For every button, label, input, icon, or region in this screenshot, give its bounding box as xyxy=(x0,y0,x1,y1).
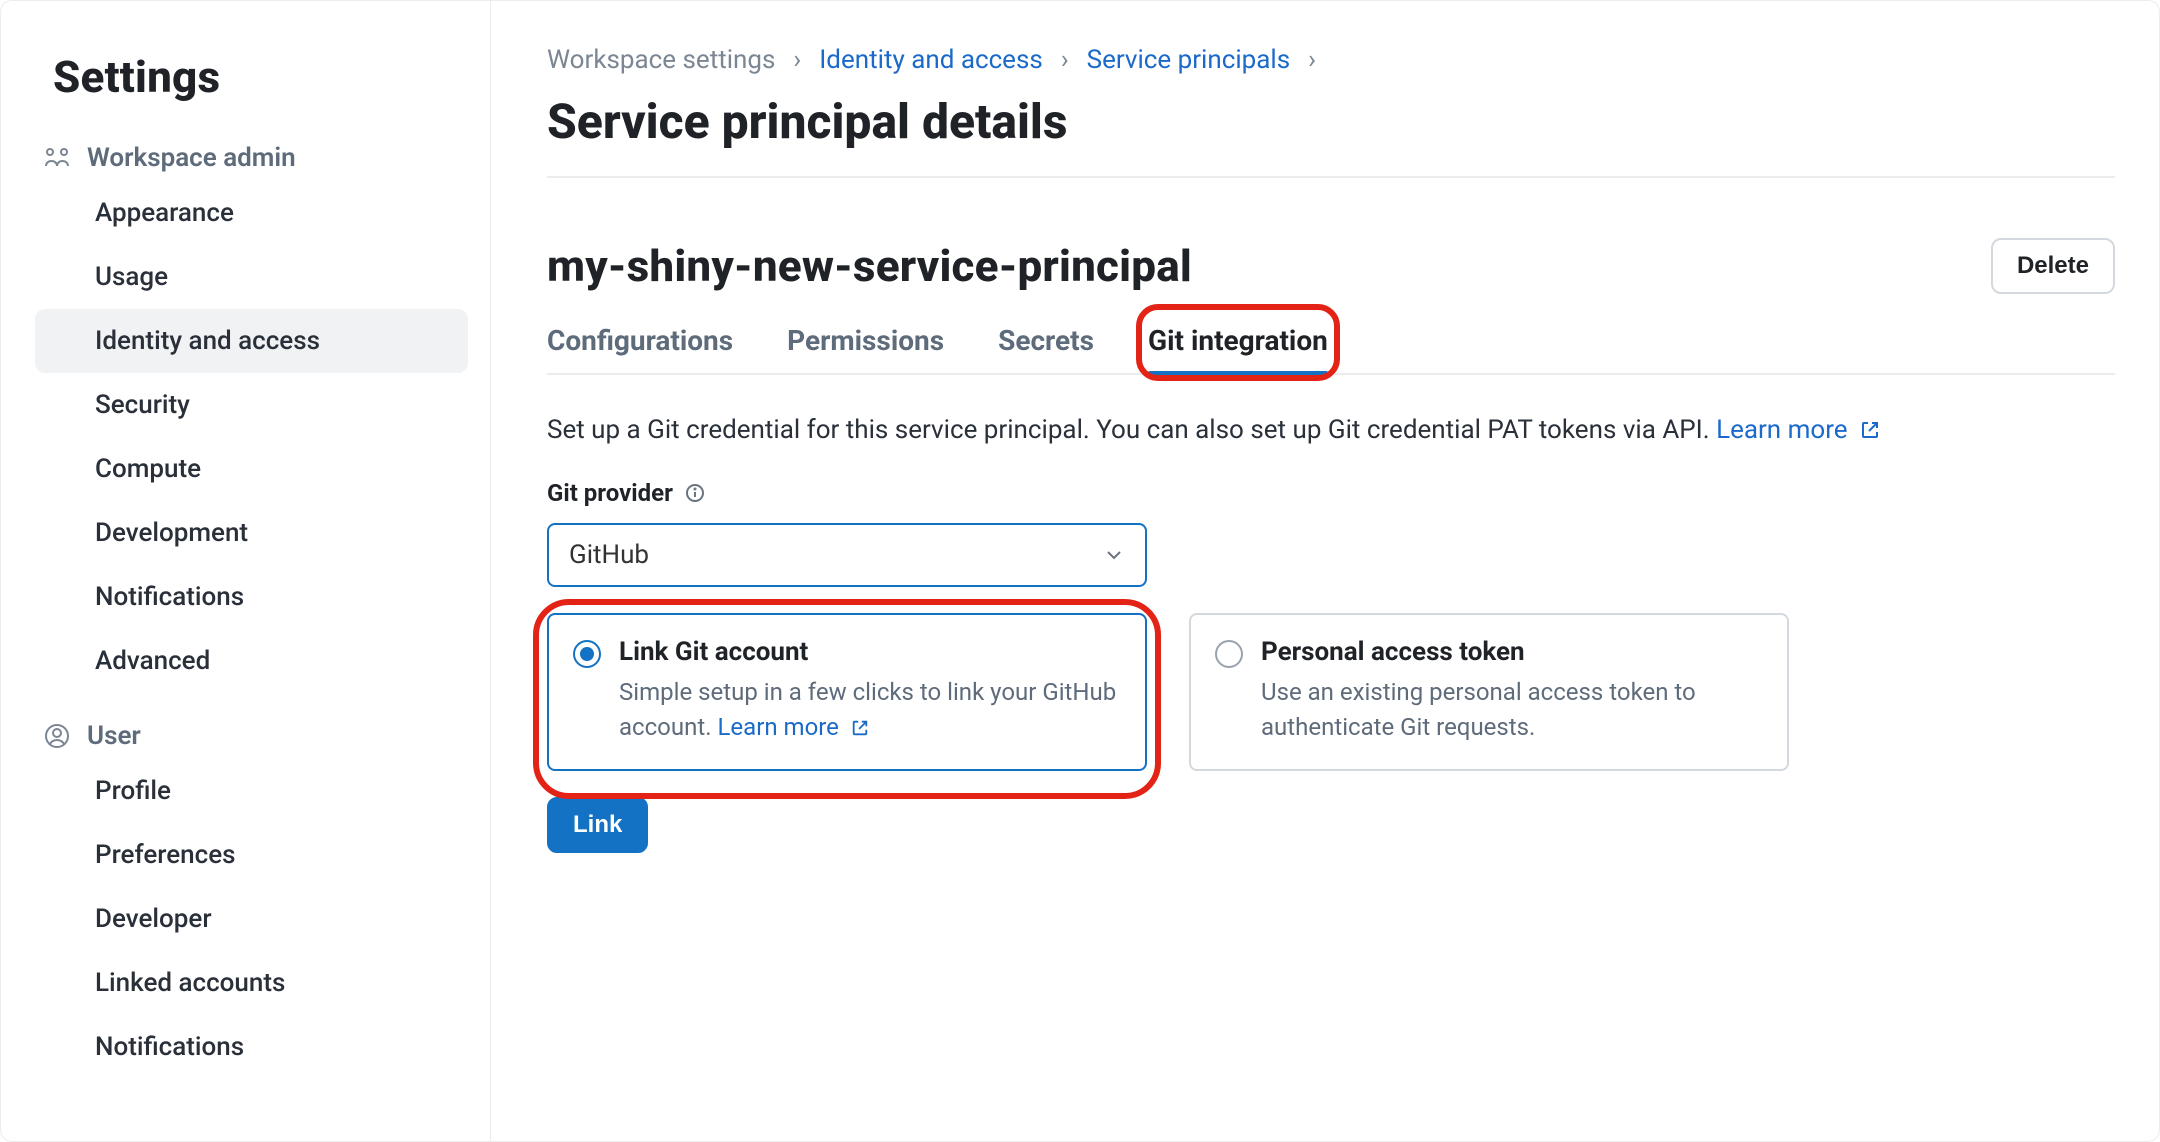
sidebar-title: Settings xyxy=(53,51,468,103)
sidebar-item-notifications[interactable]: Notifications xyxy=(35,565,468,629)
git-provider-select[interactable]: GitHub xyxy=(547,523,1147,587)
sidebar-item-label: Usage xyxy=(95,262,168,292)
sidebar-item-preferences[interactable]: Preferences xyxy=(35,823,468,887)
external-link-icon xyxy=(1860,420,1880,440)
radio-unselected-icon xyxy=(1215,640,1243,668)
sidebar-item-label: Advanced xyxy=(95,646,210,676)
link-button[interactable]: Link xyxy=(547,797,648,853)
chevron-right-icon: › xyxy=(1061,45,1069,75)
sidebar-item-usage[interactable]: Usage xyxy=(35,245,468,309)
option-title: Link Git account xyxy=(619,637,1121,667)
git-description-text: Set up a Git credential for this service… xyxy=(547,415,1716,445)
principal-name: my-shiny-new-service-principal xyxy=(547,240,1192,292)
breadcrumb-link-identity-and-access[interactable]: Identity and access xyxy=(819,45,1043,75)
sidebar-item-label: Notifications xyxy=(95,582,244,612)
sidebar-item-label: Profile xyxy=(95,776,171,806)
sidebar-item-identity-and-access[interactable]: Identity and access xyxy=(35,309,468,373)
breadcrumb: Workspace settings › Identity and access… xyxy=(547,45,2115,75)
page-title: Service principal details xyxy=(547,93,2115,150)
sidebar-section-label: User xyxy=(87,721,141,751)
tab-git-integration[interactable]: Git integration xyxy=(1148,314,1328,373)
git-provider-selected-value: GitHub xyxy=(569,540,649,570)
tab-secrets[interactable]: Secrets xyxy=(998,314,1094,373)
git-provider-label: Git provider xyxy=(547,479,2115,507)
sidebar-item-label: Preferences xyxy=(95,840,236,870)
chevron-right-icon: › xyxy=(793,45,801,75)
sidebar-item-label: Appearance xyxy=(95,198,234,228)
sidebar-item-label: Security xyxy=(95,390,190,420)
auth-option-cards: Link Git account Simple setup in a few c… xyxy=(547,613,2115,771)
sidebar-list-user: Profile Preferences Developer Linked acc… xyxy=(35,759,468,1079)
sidebar-item-label: Identity and access xyxy=(95,326,320,356)
sidebar-item-development[interactable]: Development xyxy=(35,501,468,565)
option-body: Simple setup in a few clicks to link you… xyxy=(619,675,1121,745)
sidebar-item-label: Linked accounts xyxy=(95,968,285,998)
workspace-admin-icon xyxy=(43,144,71,172)
git-description: Set up a Git credential for this service… xyxy=(547,415,2115,445)
option-personal-access-token[interactable]: Personal access token Use an existing pe… xyxy=(1189,613,1789,771)
learn-more-link[interactable]: Learn more xyxy=(1716,415,1880,445)
tabs: Configurations Permissions Secrets Git i… xyxy=(547,314,2115,375)
sidebar-item-label: Developer xyxy=(95,904,212,934)
divider xyxy=(547,176,2115,178)
sidebar-item-profile[interactable]: Profile xyxy=(35,759,468,823)
option-learn-more-link[interactable]: Learn more xyxy=(717,713,868,741)
tab-permissions[interactable]: Permissions xyxy=(787,314,944,373)
main-content: Workspace settings › Identity and access… xyxy=(491,1,2159,1141)
sidebar-list-admin: Appearance Usage Identity and access Sec… xyxy=(35,181,468,693)
sidebar-item-advanced[interactable]: Advanced xyxy=(35,629,468,693)
sidebar-item-appearance[interactable]: Appearance xyxy=(35,181,468,245)
delete-button[interactable]: Delete xyxy=(1991,238,2115,294)
sidebar-item-label: Notifications xyxy=(95,1032,244,1062)
radio-selected-icon xyxy=(573,640,601,668)
breadcrumb-link-service-principals[interactable]: Service principals xyxy=(1087,45,1291,75)
learn-more-label: Learn more xyxy=(1716,415,1848,445)
tab-configurations[interactable]: Configurations xyxy=(547,314,733,373)
sidebar-item-security[interactable]: Security xyxy=(35,373,468,437)
chevron-right-icon: › xyxy=(1308,45,1316,75)
sidebar-section-workspace-admin: Workspace admin xyxy=(35,143,468,173)
settings-sidebar: Settings Workspace admin Appearance Usag… xyxy=(1,1,491,1141)
sidebar-section-label: Workspace admin xyxy=(87,143,296,173)
breadcrumb-item: Workspace settings xyxy=(547,45,775,75)
option-link-git-account[interactable]: Link Git account Simple setup in a few c… xyxy=(547,613,1147,771)
sidebar-item-compute[interactable]: Compute xyxy=(35,437,468,501)
chevron-down-icon xyxy=(1103,544,1125,566)
sidebar-item-user-notifications[interactable]: Notifications xyxy=(35,1015,468,1079)
learn-more-label: Learn more xyxy=(717,713,838,741)
sidebar-item-label: Compute xyxy=(95,454,201,484)
user-icon xyxy=(43,722,71,750)
sidebar-item-linked-accounts[interactable]: Linked accounts xyxy=(35,951,468,1015)
sidebar-section-user: User xyxy=(35,721,468,751)
info-icon xyxy=(685,483,705,503)
sidebar-item-label: Development xyxy=(95,518,248,548)
option-body: Use an existing personal access token to… xyxy=(1261,675,1763,745)
external-link-icon xyxy=(851,719,869,737)
option-title: Personal access token xyxy=(1261,637,1763,667)
sidebar-item-developer[interactable]: Developer xyxy=(35,887,468,951)
